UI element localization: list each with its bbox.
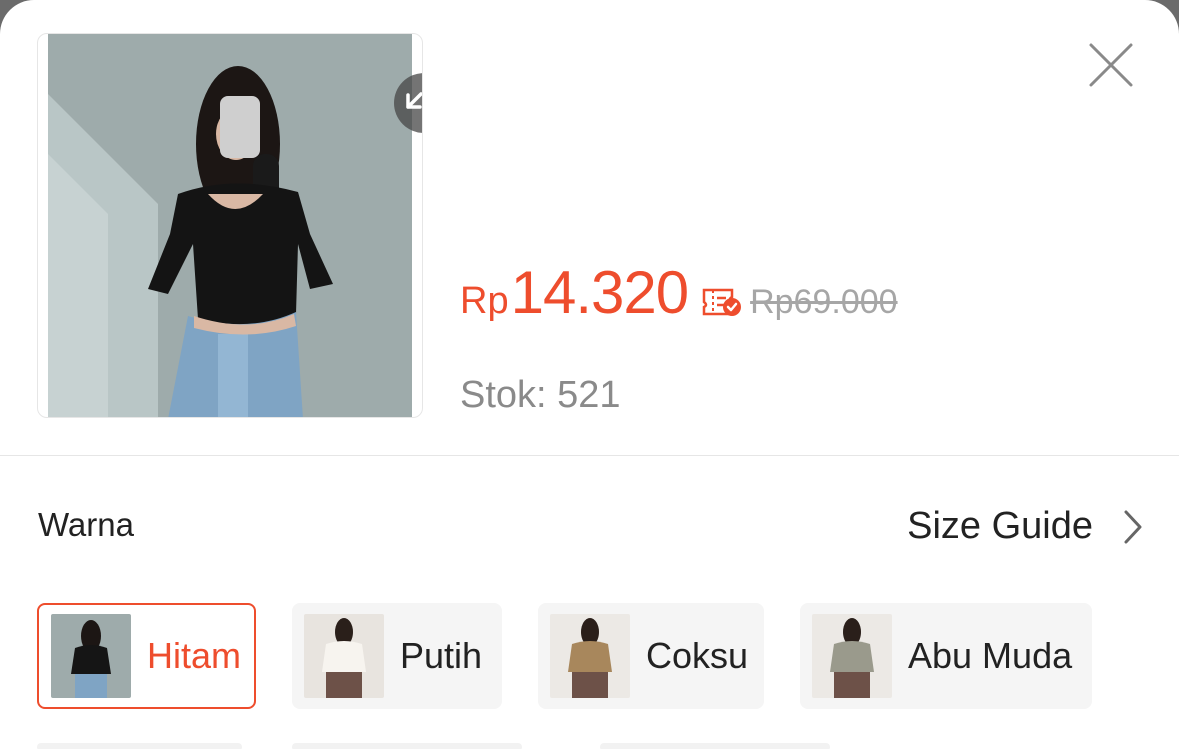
option-next-row-hint (292, 743, 522, 749)
price-currency: Rp (460, 280, 509, 322)
option-label: Coksu (646, 635, 749, 676)
option-next-row-hint (600, 743, 830, 749)
expand-icon (406, 92, 422, 109)
stock-text: Stok: 521 (460, 374, 621, 416)
option-thumbnail (304, 614, 384, 698)
chevron-right-icon (1124, 510, 1142, 543)
option-label: Hitam (147, 635, 242, 676)
option-label: Abu Muda (908, 635, 1073, 676)
option-thumbnail (51, 614, 131, 698)
size-guide-label: Size Guide (907, 505, 1093, 547)
option-hitam[interactable]: Hitam (37, 603, 256, 709)
size-guide-link[interactable]: Size Guide (907, 505, 1143, 548)
price-value: 14.320 (510, 259, 690, 326)
option-putih[interactable]: Putih (292, 603, 502, 709)
option-coksu[interactable]: Coksu (538, 603, 764, 709)
close-button[interactable] (1082, 36, 1140, 94)
option-label: Putih (400, 635, 483, 676)
product-photo (48, 34, 412, 417)
product-image[interactable] (37, 33, 423, 418)
original-price: Rp69.000 (750, 283, 898, 321)
divider (0, 455, 1179, 456)
variation-title: Warna (38, 506, 134, 543)
voucher-icon (702, 287, 742, 322)
option-abu-muda[interactable]: Abu Muda (800, 603, 1092, 709)
close-icon (1089, 43, 1133, 87)
option-thumbnail (812, 614, 892, 698)
option-next-row-hint (37, 743, 242, 749)
variation-bottom-sheet: Rp 14.320 Rp69.000 Stok: 521 Warna Size … (0, 0, 1179, 749)
option-thumbnail (550, 614, 630, 698)
price-row: Rp 14.320 Rp69.000 (460, 258, 898, 328)
